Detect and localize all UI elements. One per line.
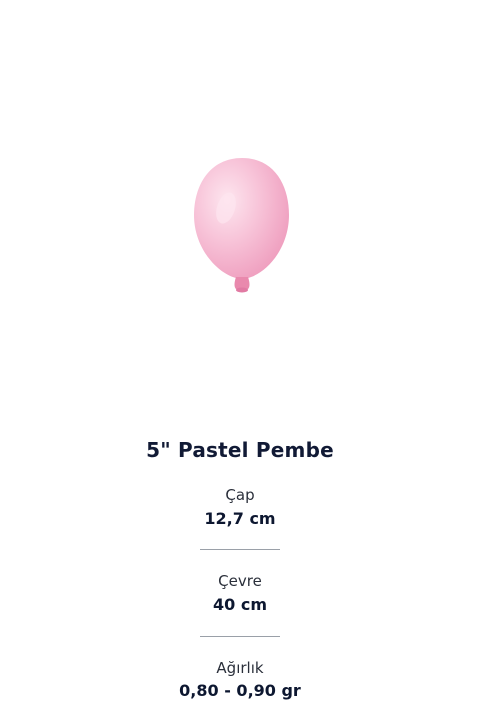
divider: [200, 636, 280, 637]
spec-value-diameter: 12,7 cm: [204, 509, 276, 528]
spec-label-circumference: Çevre: [218, 572, 262, 590]
spec-label-diameter: Çap: [225, 486, 255, 504]
balloon-image: [190, 153, 294, 303]
spec-value-weight: 0,80 - 0,90 gr: [179, 681, 301, 700]
spec-label-weight: Ağırlık: [216, 659, 264, 677]
balloon-body: [194, 158, 289, 279]
spec-value-circumference: 40 cm: [213, 595, 267, 614]
product-card: 5" Pastel Pembe Çap 12,7 cm Çevre 40 cm …: [0, 0, 480, 720]
divider: [200, 549, 280, 550]
balloon-icon: [194, 158, 289, 293]
product-title: 5" Pastel Pembe: [146, 438, 334, 462]
